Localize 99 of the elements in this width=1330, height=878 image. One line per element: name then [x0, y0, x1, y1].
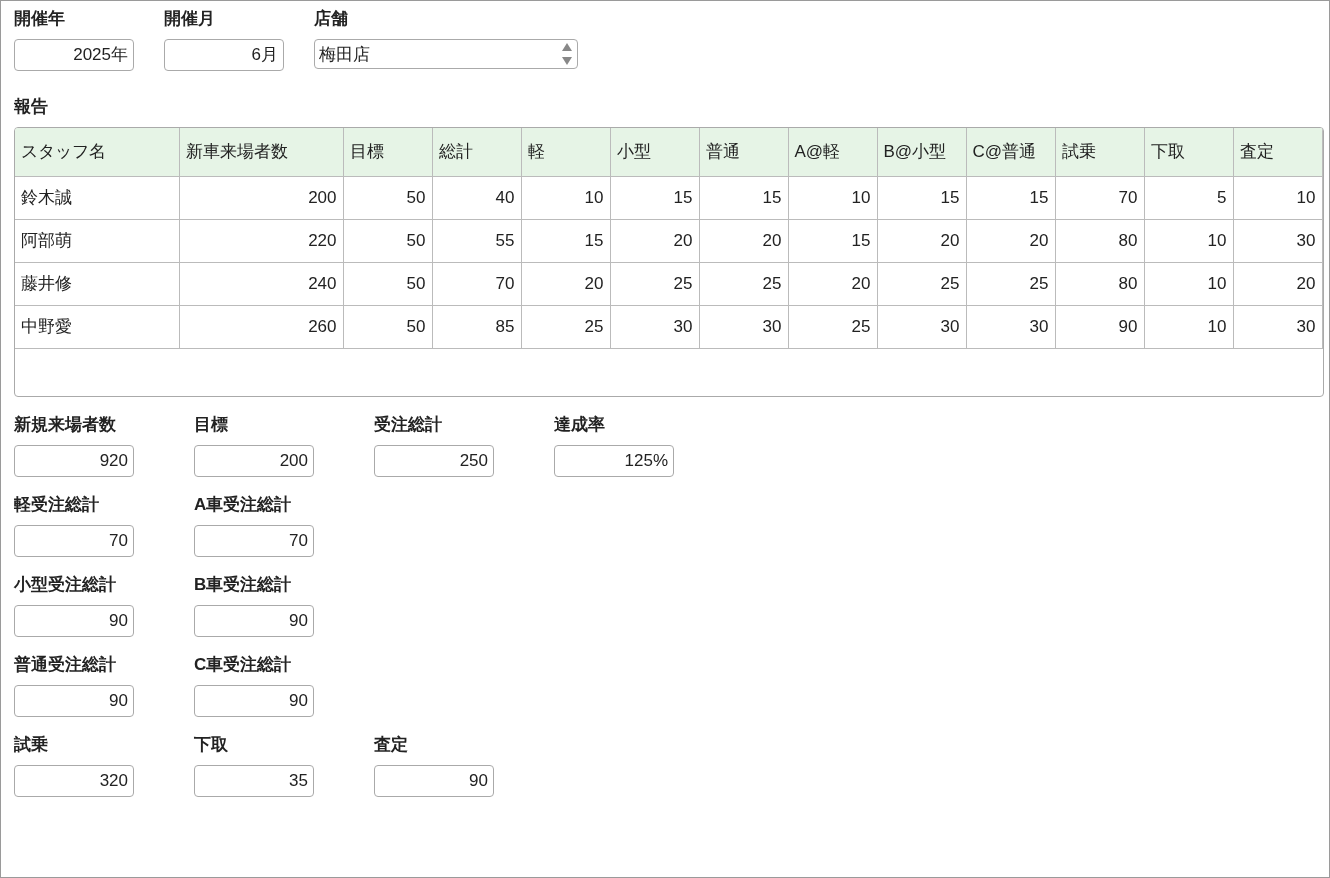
- column-header: 査定: [1233, 128, 1322, 176]
- field-label: 試乗: [14, 734, 49, 756]
- table-cell: 15: [521, 219, 610, 262]
- table-cell: 50: [343, 176, 432, 219]
- table-cell: 25: [699, 262, 788, 305]
- store-select[interactable]: 梅田店: [314, 39, 578, 69]
- table-cell: 30: [877, 305, 966, 348]
- column-header: 目標: [343, 128, 432, 176]
- field-label: 下取: [194, 734, 229, 756]
- field-label: 軽受注総計: [14, 494, 100, 516]
- field-label: 小型受注総計: [14, 574, 117, 596]
- column-header: A@軽: [788, 128, 877, 176]
- field-label: 査定: [374, 734, 409, 756]
- column-header: B@小型: [877, 128, 966, 176]
- table-cell: 10: [788, 176, 877, 219]
- field-label: 開催月: [164, 8, 216, 30]
- table-cell: 5: [1144, 176, 1233, 219]
- field-label: 新規来場者数: [14, 414, 117, 436]
- table-cell: 30: [610, 305, 699, 348]
- table-cell: 240: [179, 262, 343, 305]
- table-cell: 30: [966, 305, 1055, 348]
- table-cell: 200: [179, 176, 343, 219]
- column-header: スタッフ名: [15, 128, 179, 176]
- table-cell: 70: [432, 262, 521, 305]
- table-cell: 25: [788, 305, 877, 348]
- table-cell: 10: [521, 176, 610, 219]
- up-down-arrows-icon: [561, 42, 573, 66]
- input-field[interactable]: 320: [14, 765, 134, 797]
- table-cell: 40: [432, 176, 521, 219]
- table-cell: 55: [432, 219, 521, 262]
- table-cell: 15: [966, 176, 1055, 219]
- table-cell: 10: [1144, 219, 1233, 262]
- column-header: 試乗: [1055, 128, 1144, 176]
- table-cell: 藤井修: [15, 262, 179, 305]
- column-header: C@普通: [966, 128, 1055, 176]
- input-field[interactable]: 90: [374, 765, 494, 797]
- table-cell: 85: [432, 305, 521, 348]
- column-header: 小型: [610, 128, 699, 176]
- section-title: 報告: [14, 96, 49, 118]
- table-cell: 80: [1055, 262, 1144, 305]
- table-cell: 30: [1233, 219, 1322, 262]
- field-label: 普通受注総計: [14, 654, 117, 676]
- table-cell: 20: [877, 219, 966, 262]
- column-header: 新車来場者数: [179, 128, 343, 176]
- table-cell: 30: [1233, 305, 1322, 348]
- table-cell: 50: [343, 305, 432, 348]
- table-cell: 25: [877, 262, 966, 305]
- table-cell: 10: [1144, 305, 1233, 348]
- field-label: 店舗: [314, 8, 349, 30]
- table-cell: 260: [179, 305, 343, 348]
- field-label: 目標: [194, 414, 229, 436]
- table-cell: 80: [1055, 219, 1144, 262]
- input-field[interactable]: 2025年: [14, 39, 134, 71]
- input-field[interactable]: 70: [194, 525, 314, 557]
- input-field[interactable]: 90: [194, 685, 314, 717]
- field-label: 開催年: [14, 8, 66, 30]
- table-cell: 15: [877, 176, 966, 219]
- table-cell: 10: [1144, 262, 1233, 305]
- table-cell: 25: [521, 305, 610, 348]
- field-label: 達成率: [554, 414, 606, 436]
- table-cell: 15: [788, 219, 877, 262]
- table-cell: 70: [1055, 176, 1144, 219]
- table-cell: 20: [966, 219, 1055, 262]
- table-cell: 25: [966, 262, 1055, 305]
- table-cell: 鈴木誠: [15, 176, 179, 219]
- input-field[interactable]: 6月: [164, 39, 284, 71]
- table-cell: 阿部萌: [15, 219, 179, 262]
- column-header: 普通: [699, 128, 788, 176]
- input-field[interactable]: 200: [194, 445, 314, 477]
- table-cell: 20: [699, 219, 788, 262]
- input-field[interactable]: 90: [14, 685, 134, 717]
- field-label: C車受注総計: [194, 654, 293, 676]
- input-field[interactable]: 920: [14, 445, 134, 477]
- field-label: B車受注総計: [194, 574, 293, 596]
- table-cell: 50: [343, 219, 432, 262]
- table-cell: 220: [179, 219, 343, 262]
- field-label: 受注総計: [374, 414, 443, 436]
- table-cell: 90: [1055, 305, 1144, 348]
- table-cell: 15: [610, 176, 699, 219]
- table-cell: 25: [610, 262, 699, 305]
- input-field[interactable]: 70: [14, 525, 134, 557]
- table-cell: 中野愛: [15, 305, 179, 348]
- table-cell: 15: [699, 176, 788, 219]
- input-field[interactable]: 90: [194, 605, 314, 637]
- table-cell: 20: [788, 262, 877, 305]
- table-cell: 50: [343, 262, 432, 305]
- column-header: 総計: [432, 128, 521, 176]
- table-cell: 20: [610, 219, 699, 262]
- input-field[interactable]: 250: [374, 445, 494, 477]
- input-field[interactable]: 125%: [554, 445, 674, 477]
- table-cell: 20: [1233, 262, 1322, 305]
- column-header: 下取: [1144, 128, 1233, 176]
- field-label: A車受注総計: [194, 494, 293, 516]
- table-cell: 10: [1233, 176, 1322, 219]
- input-field[interactable]: 90: [14, 605, 134, 637]
- table-cell: 20: [521, 262, 610, 305]
- column-header: 軽: [521, 128, 610, 176]
- input-field[interactable]: 35: [194, 765, 314, 797]
- table-cell: 30: [699, 305, 788, 348]
